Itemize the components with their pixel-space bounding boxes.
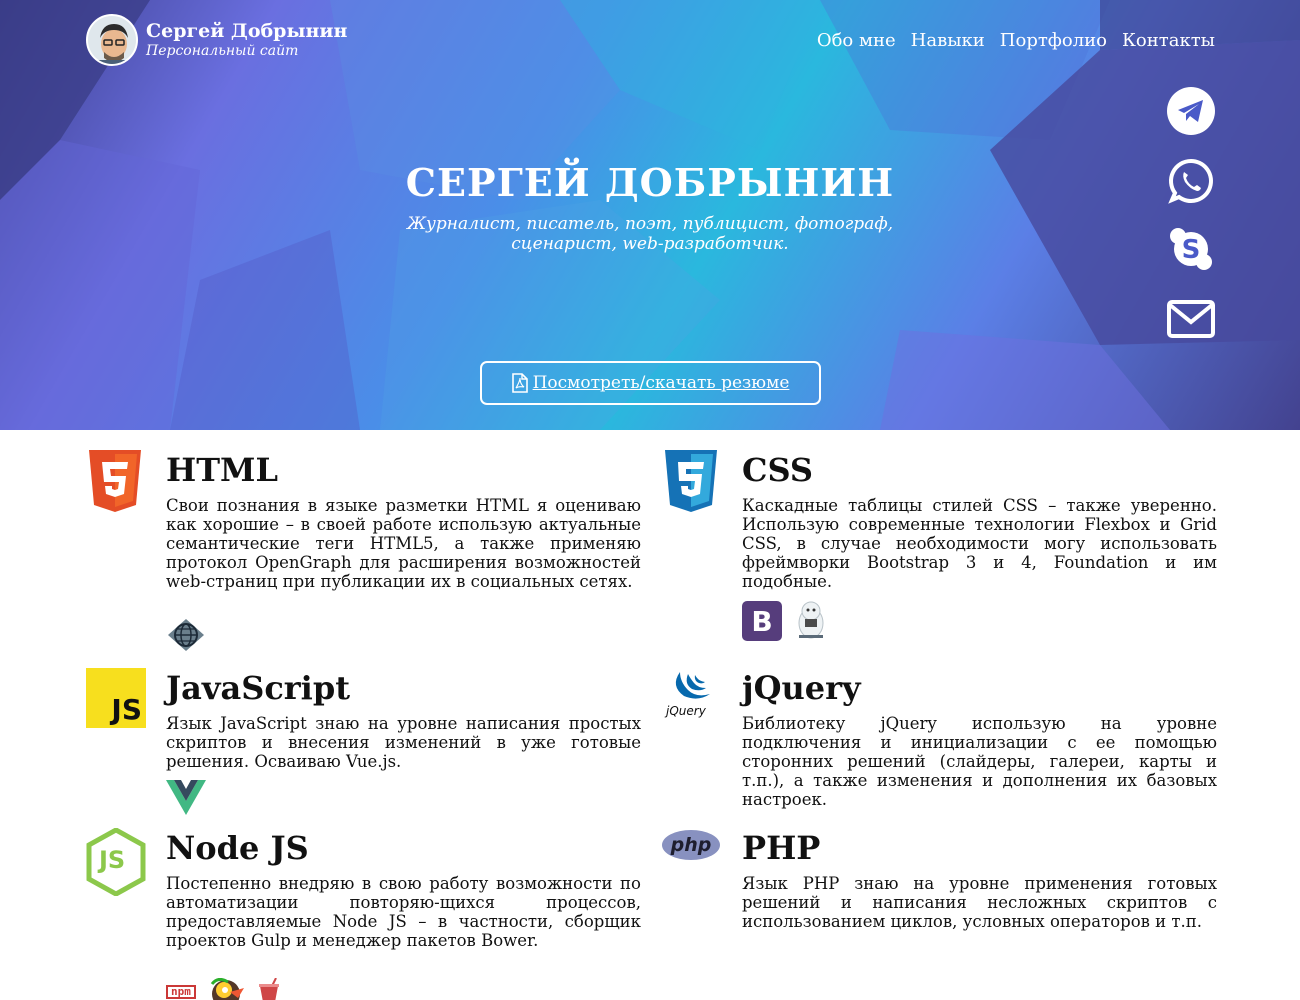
bower-icon bbox=[208, 977, 246, 1000]
skill-title: CSS bbox=[742, 451, 813, 489]
svg-text:S: S bbox=[1182, 235, 1201, 265]
skill-tools: npm bbox=[166, 977, 280, 1000]
skill-title: Node JS bbox=[166, 829, 309, 867]
site-name: Сергей Добрынин bbox=[146, 20, 348, 42]
opengraph-icon bbox=[166, 618, 206, 656]
php-icon: php bbox=[662, 830, 720, 860]
skill-javascript: JS JavaScript Язык JavaScript знаю на ур… bbox=[86, 668, 646, 818]
skill-description: Язык PHP знаю на уровне применения готов… bbox=[742, 874, 1217, 931]
skill-description: Свои познания в языке разметки HTML я оц… bbox=[166, 496, 641, 591]
javascript-icon: JS bbox=[86, 668, 146, 728]
pdf-file-icon bbox=[511, 373, 528, 393]
resume-button[interactable]: Посмотреть/скачать резюме bbox=[480, 361, 821, 405]
hero-subtitle: Журналист, писатель, поэт, публицист, фо… bbox=[350, 214, 950, 254]
skill-tools bbox=[166, 780, 206, 820]
hero-subtitle-line2: сценарист, web-разработчик. bbox=[511, 234, 789, 254]
bootstrap-icon: B bbox=[742, 601, 782, 641]
main-nav: Обо мне Навыки Портфолио Контакты bbox=[817, 30, 1215, 52]
jquery-icon: jQuery bbox=[662, 668, 722, 728]
vuejs-icon bbox=[166, 780, 206, 820]
hero-section: Сергей Добрынин Персональный сайт Обо мн… bbox=[0, 0, 1300, 430]
nodejs-icon-text: JS bbox=[99, 846, 126, 874]
avatar bbox=[86, 14, 138, 66]
nodejs-icon: JS bbox=[86, 828, 146, 896]
skill-html: HTML Свои познания в языке разметки HTML… bbox=[86, 450, 646, 651]
nav-item-skills[interactable]: Навыки bbox=[911, 30, 985, 52]
skill-nodejs: JS Node JS Постепенно внедряю в свою раб… bbox=[86, 828, 646, 1000]
skill-title: JavaScript bbox=[166, 669, 350, 707]
telegram-icon[interactable] bbox=[1166, 86, 1216, 136]
skill-title: HTML bbox=[166, 451, 278, 489]
skype-icon[interactable]: S bbox=[1166, 224, 1216, 274]
skill-jquery: jQuery jQuery Библиотеку jQuery использу… bbox=[662, 668, 1222, 818]
skill-php: php PHP Язык PHP знаю на уровне применен… bbox=[662, 828, 1222, 978]
php-icon-text: php bbox=[670, 834, 712, 856]
nav-item-contacts[interactable]: Контакты bbox=[1122, 30, 1215, 52]
site-tagline: Персональный сайт bbox=[146, 43, 299, 59]
html5-icon bbox=[86, 450, 144, 516]
site-brand[interactable]: Сергей Добрынин Персональный сайт bbox=[86, 14, 347, 66]
npm-icon: npm bbox=[166, 985, 196, 999]
nav-item-portfolio[interactable]: Портфолио bbox=[1000, 30, 1107, 52]
skill-title: PHP bbox=[742, 829, 821, 867]
skill-css: CSS Каскадные таблицы стилей CSS – также… bbox=[662, 450, 1222, 650]
skill-tools bbox=[166, 618, 206, 656]
nav-item-about[interactable]: Обо мне bbox=[817, 30, 896, 52]
skill-title: jQuery bbox=[742, 669, 861, 707]
css3-icon bbox=[662, 450, 720, 516]
mail-icon[interactable] bbox=[1166, 294, 1216, 344]
javascript-icon-text: JS bbox=[111, 693, 142, 726]
skill-description: Постепенно внедряю в свою работу возможн… bbox=[166, 874, 641, 950]
avatar-cartoon-icon bbox=[88, 16, 136, 64]
skill-description: Язык JavaScript знаю на уровне написания… bbox=[166, 714, 641, 771]
skill-tools: B bbox=[742, 599, 828, 643]
hero-title: СЕРГЕЙ ДОБРЫНИН bbox=[405, 160, 895, 205]
hero-subtitle-line1: Журналист, писатель, поэт, публицист, фо… bbox=[406, 214, 894, 234]
gulp-icon bbox=[258, 977, 280, 1000]
skill-description: Библиотеку jQuery использую на уровне по… bbox=[742, 714, 1217, 809]
skill-description: Каскадные таблицы стилей CSS – также уве… bbox=[742, 496, 1217, 591]
jquery-icon-text: jQuery bbox=[666, 704, 706, 718]
foundation-yeti-icon bbox=[794, 599, 828, 643]
resume-button-label: Посмотреть/скачать резюме bbox=[532, 373, 790, 393]
